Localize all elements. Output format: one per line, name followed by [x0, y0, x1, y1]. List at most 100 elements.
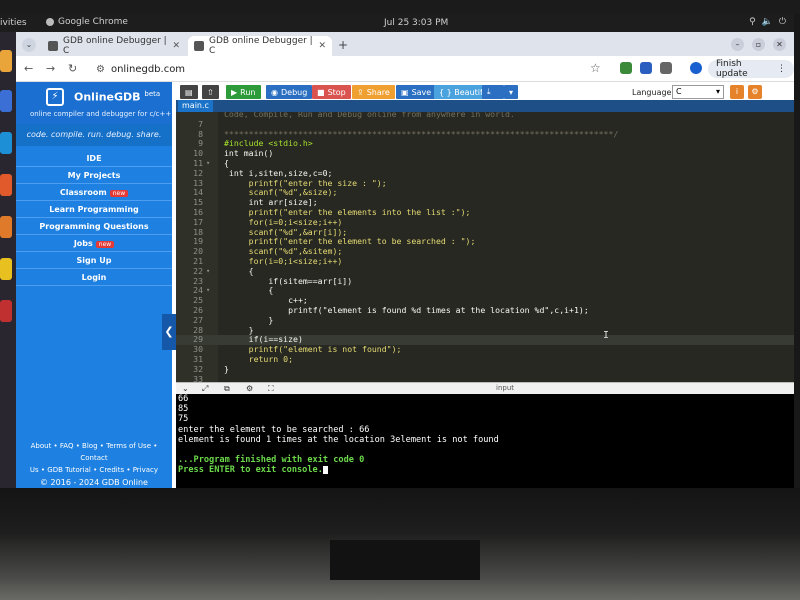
maximize-icon[interactable]: ▫ — [752, 38, 765, 51]
close-tab-icon[interactable]: ✕ — [318, 41, 326, 51]
code-line[interactable]: 10 int main() — [176, 148, 794, 159]
back-icon[interactable]: ← — [24, 62, 33, 75]
tab-search-icon[interactable]: ⌄ — [22, 38, 36, 52]
footer-links[interactable]: About • FAQ • Blog • Terms of Use • Cont… — [16, 440, 172, 464]
reload-icon[interactable]: ↻ — [68, 62, 77, 75]
fold-toggle-icon[interactable]: ▾ — [206, 159, 210, 169]
console-line: 75 — [178, 414, 794, 424]
file-tab-main-c[interactable]: main.c — [178, 100, 213, 112]
finish-update-button[interactable]: Finish update ⋮ — [708, 59, 794, 79]
dock-app-icon[interactable] — [0, 50, 12, 72]
sidebar-item-my-projects[interactable]: My Projects — [16, 167, 172, 184]
sidebar-item-programming-questions[interactable]: Programming Questions — [16, 218, 172, 235]
app-indicator[interactable]: Google Chrome — [46, 17, 128, 27]
settings-icon[interactable]: ⚙ — [246, 384, 253, 393]
sidebar-item-classroom[interactable]: Classroom new — [16, 184, 172, 201]
copy-icon[interactable]: ⧉ — [224, 384, 230, 394]
bookmark-star-icon[interactable]: ☆ — [590, 61, 601, 75]
logo-area[interactable]: ⚡ OnlineGDB beta online compiler and deb… — [16, 82, 172, 124]
language-select[interactable]: C — [672, 85, 724, 99]
sidebar-item-login[interactable]: Login — [16, 269, 172, 286]
brand-name: OnlineGDB beta — [74, 90, 161, 104]
code-line[interactable]: 32} — [176, 364, 794, 375]
address-bar: ← → ↻ ⚙ onlinegdb.com ☆ Finish update ⋮ — [16, 56, 794, 82]
console-line: element is found 1 times at the location… — [178, 435, 794, 445]
chevron-down-icon[interactable]: ⌄ — [182, 384, 189, 393]
info-icon[interactable]: i — [730, 85, 744, 99]
code-line[interactable]: 31 return 0; — [176, 353, 794, 365]
settings-gear-icon[interactable]: ⚙ — [748, 85, 762, 99]
forward-icon[interactable]: → — [46, 62, 55, 75]
monitor-bezel-top — [0, 0, 800, 14]
file-tab-bar: main.c — [176, 100, 794, 112]
resize-icon[interactable]: ⤢ — [202, 384, 208, 394]
browser-tab-2[interactable]: GDB online Debugger | C ✕ — [188, 36, 332, 56]
tab-strip: ⌄ GDB online Debugger | C ✕ GDB online D… — [16, 32, 794, 56]
io-panel-bar: ⌄ ⤢ ⧉ ⚙ ⛶ input — [176, 382, 794, 394]
dock-app-icon[interactable] — [0, 258, 12, 280]
sidebar-item-ide[interactable]: IDE — [16, 150, 172, 167]
new-file-button[interactable]: ▤ — [180, 85, 198, 99]
upload-icon: ⇧ — [207, 87, 214, 97]
dock-app-icon[interactable] — [0, 300, 12, 322]
stop-button[interactable]: ■ Stop — [312, 85, 351, 99]
onlinegdb-page: ⚡ OnlineGDB beta online compiler and deb… — [16, 82, 794, 488]
code-text: return 0; — [224, 353, 294, 364]
dock-app-icon[interactable] — [0, 174, 12, 196]
download-button[interactable]: ⤓ — [482, 85, 504, 99]
clock[interactable]: Jul 25 3:03 PM — [384, 18, 448, 28]
console-line: ...Program finished with exit code 0 — [178, 455, 794, 465]
monitor-bezel-right — [794, 14, 800, 488]
stop-icon: ■ — [317, 87, 325, 97]
tagline: code. compile. run. debug. share. — [16, 124, 172, 146]
fold-toggle-icon[interactable]: ▾ — [206, 267, 210, 277]
power-icon: ⏻ — [778, 17, 786, 27]
debug-button[interactable]: ◉ Debug — [266, 85, 313, 99]
new-tab-icon[interactable]: + — [338, 38, 348, 52]
new-badge: new — [109, 190, 129, 197]
dock-app-icon[interactable] — [0, 90, 12, 112]
brand-subtitle: online compiler and debugger for c/c++ — [30, 110, 172, 118]
site-info-icon[interactable]: ⚙ — [96, 64, 105, 75]
activities-button[interactable]: ivities — [0, 18, 27, 28]
console-line: enter the element to be searched : 66 — [178, 425, 794, 435]
system-tray[interactable]: ⚲ 🔈 ⏻ — [749, 17, 786, 27]
download-dropdown-button[interactable]: ▾ — [504, 85, 518, 99]
system-top-bar: ivities Google Chrome Jul 25 3:03 PM ⚲ 🔈… — [0, 14, 800, 32]
console-text: Press ENTER to exit console. — [178, 465, 323, 476]
footer-links[interactable]: Us • GDB Tutorial • Credits • Privacy — [16, 464, 172, 476]
upload-button[interactable]: ⇧ — [202, 85, 219, 99]
extension-icon[interactable] — [620, 62, 632, 74]
code-line[interactable]: Code, Compile, Run and Debug online from… — [176, 112, 794, 120]
code-line[interactable]: 21 for(i=0;i<size;i++) — [176, 256, 794, 267]
profile-icon[interactable] — [690, 62, 702, 74]
sidebar-item-sign-up[interactable]: Sign Up — [16, 252, 172, 269]
code-lines: Code, Compile, Run and Debug online from… — [176, 112, 794, 382]
save-button[interactable]: ▣ Save — [396, 85, 437, 99]
output-console[interactable]: 66 85 75 enter the element to be searched :… — [176, 394, 794, 488]
collapse-sidebar-button[interactable]: ❮ — [162, 314, 176, 350]
console-line: Press ENTER to exit console. — [178, 465, 794, 475]
copyright: © 2016 - 2024 GDB Online — [40, 478, 148, 487]
tab-title: GDB online Debugger | C — [209, 36, 313, 56]
share-button[interactable]: ⇪ Share — [352, 85, 395, 99]
url-field[interactable]: ⚙ onlinegdb.com — [96, 60, 596, 78]
close-window-icon[interactable]: ✕ — [773, 38, 786, 51]
sidebar-item-learn-programming[interactable]: Learn Programming — [16, 201, 172, 218]
expand-icon[interactable]: ⛶ — [268, 384, 274, 394]
code-line[interactable]: 27 } — [176, 315, 794, 326]
browser-tab-1[interactable]: GDB online Debugger | C ✕ — [42, 36, 186, 56]
close-tab-icon[interactable]: ✕ — [172, 41, 180, 51]
language-label: Language — [632, 88, 672, 97]
code-line[interactable]: 33 — [176, 374, 794, 382]
minimize-icon[interactable]: – — [731, 38, 744, 51]
extension-icon[interactable] — [640, 62, 652, 74]
dock-app-icon[interactable] — [0, 216, 12, 238]
run-button[interactable]: ▶ Run — [226, 85, 261, 99]
sidebar-item-jobs[interactable]: Jobs new — [16, 235, 172, 252]
code-editor[interactable]: Code, Compile, Run and Debug online from… — [176, 112, 794, 382]
url-text: onlinegdb.com — [110, 63, 186, 75]
dock-app-icon[interactable] — [0, 132, 12, 154]
extensions-puzzle-icon[interactable] — [660, 62, 672, 74]
fold-toggle-icon[interactable]: ▾ — [206, 286, 210, 296]
